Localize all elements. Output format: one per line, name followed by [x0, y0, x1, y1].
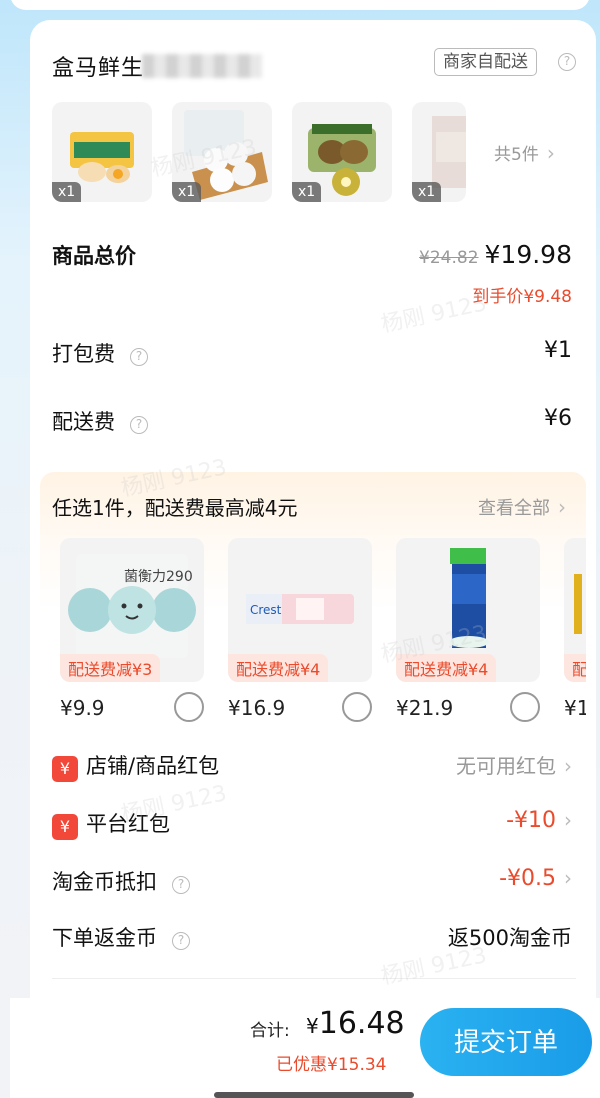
product-image-partial: 配: [564, 538, 586, 682]
help-icon[interactable]: ?: [558, 53, 576, 71]
product-price: ¥1: [564, 696, 586, 720]
delivery-type-tag: 商家自配送: [434, 48, 537, 76]
product-thumb-buns[interactable]: x1: [172, 102, 272, 202]
previous-card-edge: [10, 0, 590, 10]
help-icon[interactable]: ?: [130, 415, 149, 434]
red-packet-icon: ¥: [52, 755, 78, 782]
total-amount: ¥16.48: [306, 1006, 405, 1041]
shipping-fee-label: 配送费: [52, 410, 115, 434]
help-icon[interactable]: ?: [172, 931, 191, 950]
submit-order-button[interactable]: 提交订单: [420, 1008, 592, 1076]
promo-title: 任选1件，配送费最高减4元: [52, 496, 298, 520]
product-price: ¥9.9: [60, 696, 105, 720]
saved-amount: 已优惠¥15.34: [276, 1055, 387, 1075]
chevron-right-icon: ›: [546, 141, 555, 165]
shipping-fee-row: 配送费 ? ¥6: [52, 406, 572, 436]
goods-total-price: ¥24.82 ¥19.98: [419, 240, 572, 269]
all-items-link[interactable]: 共5件 ›: [494, 140, 555, 165]
coin-rebate-value: 返500淘金币: [447, 926, 572, 950]
chevron-right-icon: ›: [564, 866, 572, 890]
coin-deduction-row[interactable]: 淘金币抵扣 ? -¥0.5 ›: [52, 866, 572, 896]
promo-product-card[interactable]: 菌衡力290 配送费减¥3 ¥9.9: [60, 538, 204, 722]
product-image-toothpaste: Crest 配送费减¥4: [228, 538, 372, 682]
store-redpacket-label: 店铺/商品红包: [86, 754, 220, 778]
discount-badge: 配: [564, 654, 586, 682]
final-price: 到手价¥9.48: [472, 287, 572, 307]
product-thumb-partial[interactable]: x1: [412, 102, 466, 202]
select-radio[interactable]: [342, 692, 372, 722]
promo-product-card[interactable]: Crest 配送费减¥4 ¥16.9: [228, 538, 372, 722]
store-redpacket-value: 无可用红包 ›: [456, 754, 572, 778]
checkout-bar: 合计: ¥16.48 已优惠¥15.34 提交订单: [10, 998, 600, 1098]
help-icon[interactable]: ?: [130, 347, 149, 366]
select-radio[interactable]: [174, 692, 204, 722]
discount-badge: 配送费减¥4: [396, 654, 497, 682]
product-price: ¥21.9: [396, 696, 454, 720]
quantity-badge: x1: [412, 182, 442, 202]
shipping-fee-value: ¥6: [544, 406, 572, 431]
goods-total-row: 商品总价 ¥24.82 ¥19.98 到手价¥9.48: [52, 240, 572, 307]
store-redpacket-row[interactable]: ¥ 店铺/商品红包 无可用红包 ›: [52, 750, 572, 782]
packing-fee-row: 打包费 ? ¥1: [52, 338, 572, 368]
store-name: 盒马鲜生: [52, 56, 145, 81]
product-brand-text: 菌衡力290: [124, 569, 193, 585]
discount-badge: 配送费减¥4: [228, 654, 329, 682]
chevron-right-icon: ›: [558, 495, 566, 519]
product-thumb-eggs[interactable]: x1: [52, 102, 152, 202]
total-label: 合计:: [250, 1021, 290, 1041]
item-thumbnails[interactable]: x1 x1 x1 x1 共5件 ›: [52, 102, 572, 204]
red-packet-icon: ¥: [52, 813, 78, 840]
coin-deduction-value: -¥0.5 ›: [499, 866, 572, 891]
product-image-pads: 菌衡力290 配送费减¥3: [60, 538, 204, 682]
coin-deduction-label: 淘金币抵扣: [52, 870, 157, 894]
platform-redpacket-row[interactable]: ¥ 平台红包 -¥10 ›: [52, 808, 572, 840]
chevron-right-icon: ›: [564, 754, 572, 778]
promo-product-card[interactable]: 配送费减¥4 ¥21.9: [396, 538, 540, 722]
packing-fee-value: ¥1: [544, 338, 572, 363]
quantity-badge: x1: [292, 182, 322, 202]
svg-text:Crest: Crest: [250, 603, 282, 617]
help-icon[interactable]: ?: [172, 875, 191, 894]
product-image-shaving-foam: 配送费减¥4: [396, 538, 540, 682]
current-price: ¥19.98: [484, 240, 572, 269]
divider: [52, 978, 576, 979]
blurred-store-branch: [142, 54, 262, 78]
discount-badge: 配送费减¥3: [60, 654, 161, 682]
quantity-badge: x1: [52, 182, 82, 202]
goods-total-label: 商品总价: [52, 244, 136, 268]
original-price: ¥24.82: [419, 248, 479, 268]
quantity-badge: x1: [172, 182, 202, 202]
home-indicator[interactable]: [214, 1092, 414, 1098]
platform-redpacket-value: -¥10 ›: [506, 808, 572, 833]
packing-fee-label: 打包费: [52, 342, 115, 366]
store-header: 盒马鲜生 商家自配送 ?: [52, 48, 576, 88]
order-card: 盒马鲜生 商家自配送 ? x1 x1 x1 x1 共5件 › 商品总价 ¥24.…: [30, 20, 596, 1020]
product-price: ¥16.9: [228, 696, 286, 720]
coin-rebate-row: 下单返金币 ? 返500淘金币: [52, 922, 572, 952]
product-thumb-kiwi[interactable]: x1: [292, 102, 392, 202]
promo-product-card[interactable]: 配 ¥1: [564, 538, 586, 720]
coin-rebate-label: 下单返金币: [52, 926, 157, 950]
platform-redpacket-label: 平台红包: [86, 812, 170, 836]
select-radio[interactable]: [510, 692, 540, 722]
chevron-right-icon: ›: [564, 808, 572, 832]
shipping-discount-promo: 任选1件，配送费最高减4元 查看全部› 菌衡力290 配送费减¥3 ¥9.9: [40, 472, 586, 732]
view-all-link[interactable]: 查看全部 ›: [478, 494, 566, 520]
